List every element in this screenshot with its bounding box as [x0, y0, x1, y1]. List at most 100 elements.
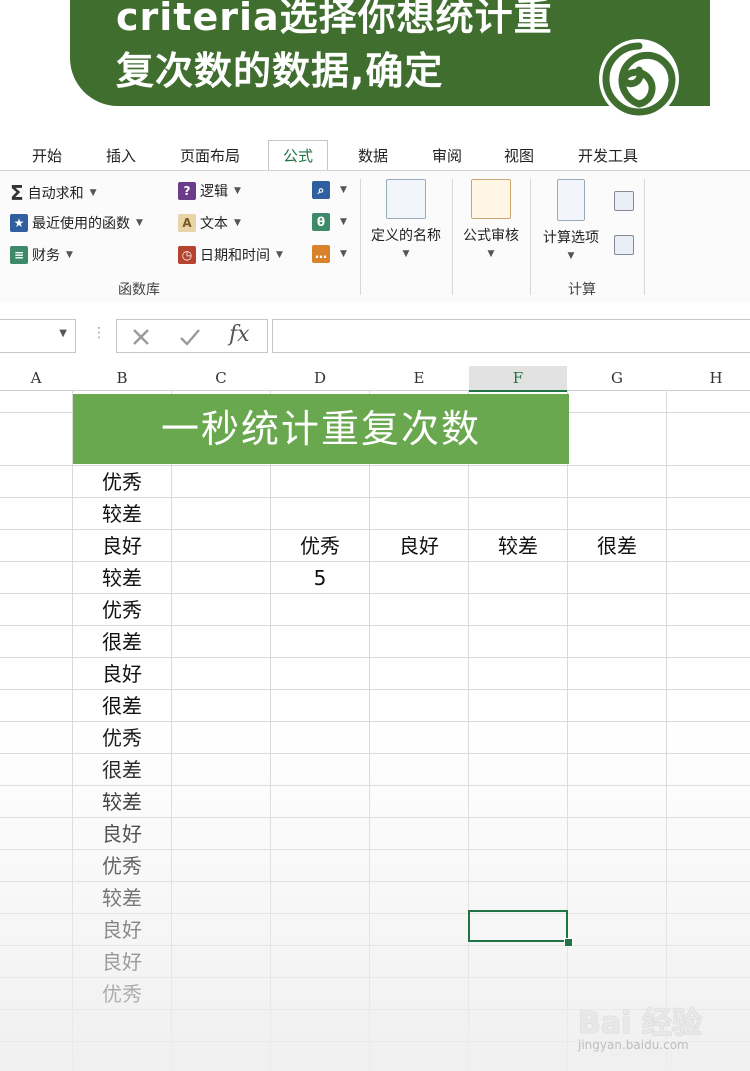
cell-b[interactable]: 较差	[73, 786, 171, 818]
finance-book-icon: ≡	[10, 246, 28, 264]
cancel-icon[interactable]	[131, 327, 151, 347]
tab-data[interactable]: 数据	[356, 144, 390, 168]
cell-b[interactable]: 良好	[73, 818, 171, 850]
tab-page-layout[interactable]: 页面布局	[178, 144, 242, 168]
chevron-down-icon: ▼	[136, 218, 143, 228]
autosum-label: 自动求和	[27, 186, 84, 202]
tab-formulas[interactable]: 公式	[268, 140, 329, 172]
column-gridline	[369, 390, 370, 1071]
baidu-jingyan-watermark: Bai 经验 jingyan.baidu.com	[578, 988, 748, 1058]
more-functions-icon: …	[312, 245, 330, 263]
recent-functions-button[interactable]: ★ 最近使用的函数 ▼	[10, 213, 143, 233]
cell-b[interactable]: 良好	[73, 658, 171, 690]
defined-names-label: 定义的名称	[371, 228, 441, 244]
column-gridline	[567, 390, 568, 1071]
clock-book-icon: ◷	[178, 246, 196, 264]
calculate-sheet-button[interactable]	[614, 235, 638, 255]
drag-handle-icon[interactable]: ⋮	[92, 325, 106, 341]
cell-b[interactable]: 较差	[73, 498, 171, 530]
formula-auditing-label: 公式审核	[463, 228, 519, 244]
datetime-label: 日期和时间	[200, 248, 270, 264]
math-trig-button[interactable]: θ ▼	[312, 213, 347, 231]
column-header-h[interactable]: H	[667, 366, 750, 391]
enter-check-icon[interactable]	[179, 327, 201, 347]
function-library-group-label: 函数库	[118, 282, 160, 298]
financial-label: 财务	[32, 248, 60, 264]
chevron-down-icon: ▼	[276, 250, 283, 260]
cell-b[interactable]: 优秀	[73, 722, 171, 754]
more-functions-button[interactable]: … ▼	[312, 245, 347, 263]
lookup-icon: ⌕	[312, 181, 330, 199]
column-header-e[interactable]: E	[370, 366, 468, 391]
swirl-icon	[599, 39, 679, 119]
chevron-down-icon: ▼	[340, 249, 347, 259]
chevron-down-icon: ▼	[234, 186, 241, 196]
question-book-icon: ?	[178, 182, 196, 200]
tab-view[interactable]: 视图	[502, 144, 536, 168]
cell-b[interactable]: 很差	[73, 754, 171, 786]
column-header-b[interactable]: B	[73, 366, 171, 391]
chevron-down-icon: ▼	[487, 249, 495, 259]
cell-b[interactable]: 较差	[73, 562, 171, 594]
lookup-reference-button[interactable]: ⌕ ▼	[312, 181, 347, 199]
summary-header-cell[interactable]: 良好	[370, 530, 468, 562]
active-cell-selection[interactable]	[468, 910, 568, 942]
tab-developer[interactable]: 开发工具	[576, 144, 640, 168]
column-header-c[interactable]: C	[172, 366, 270, 391]
formula-buttons: fx	[116, 319, 268, 353]
column-gridline	[270, 390, 271, 1071]
calculation-options-button[interactable]: 计算选项 ▼	[534, 179, 608, 261]
worksheet-grid[interactable]: 一秒统计重复次数 优秀 较差 良好 较差 优秀 很差 良好 很差 优秀 很差 较…	[0, 390, 750, 1071]
cell-b[interactable]: 很差	[73, 690, 171, 722]
defined-names-button[interactable]: 定义的名称 ▼	[364, 179, 448, 259]
fill-handle[interactable]	[564, 938, 573, 947]
cell-b[interactable]: 优秀	[73, 466, 171, 498]
cell-b[interactable]: 良好	[73, 530, 171, 562]
calculation-options-label: 计算选项	[543, 230, 599, 246]
recent-functions-label: 最近使用的函数	[32, 216, 130, 232]
chevron-down-icon: ▼	[402, 249, 410, 259]
autosum-button[interactable]: Σ 自动求和 ▼	[10, 181, 97, 205]
summary-header-cell[interactable]: 优秀	[271, 530, 369, 562]
cell-b[interactable]: 良好	[73, 946, 171, 978]
cell-b[interactable]: 优秀	[73, 594, 171, 626]
cell-b[interactable]: 优秀	[73, 978, 171, 1010]
logical-button[interactable]: ? 逻辑 ▼	[178, 181, 241, 201]
formula-auditing-button[interactable]: 公式审核 ▼	[456, 179, 526, 259]
tab-home[interactable]: 开始	[30, 144, 64, 168]
column-header-g[interactable]: G	[568, 366, 666, 391]
summary-count-cell[interactable]: 5	[271, 562, 369, 594]
summary-header-cell[interactable]: 较差	[469, 530, 567, 562]
instruction-banner: criteria选择你想统计重 复次数的数据,确定	[0, 0, 750, 140]
column-gridline	[171, 390, 172, 1071]
financial-button[interactable]: ≡ 财务 ▼	[10, 245, 73, 265]
cell-b[interactable]: 良好	[73, 914, 171, 946]
column-header-d[interactable]: D	[271, 366, 369, 391]
column-header-a[interactable]: A	[0, 366, 72, 391]
calculate-now-button[interactable]	[614, 191, 638, 211]
star-icon: ★	[10, 214, 28, 232]
ribbon-separator	[644, 179, 645, 295]
sheet-title[interactable]: 一秒统计重复次数	[73, 394, 569, 464]
formula-input[interactable]	[272, 319, 750, 353]
ribbon-tabs: 开始 插入 页面布局 公式 数据 审阅 视图 开发工具	[0, 140, 750, 172]
text-book-icon: A	[178, 214, 196, 232]
calculator-icon	[557, 179, 585, 221]
insert-function-icon[interactable]: fx	[229, 322, 250, 347]
ribbon-separator	[452, 179, 453, 295]
column-header-f[interactable]: F	[469, 366, 567, 392]
datetime-button[interactable]: ◷ 日期和时间 ▼	[178, 245, 283, 265]
ribbon-separator	[530, 179, 531, 295]
cell-b[interactable]: 较差	[73, 882, 171, 914]
tab-review[interactable]: 审阅	[430, 144, 464, 168]
sigma-icon: Σ	[10, 181, 24, 205]
summary-header-cell[interactable]: 很差	[568, 530, 666, 562]
name-box[interactable]: ▼	[0, 319, 76, 353]
cell-b[interactable]: 优秀	[73, 850, 171, 882]
banner-line-2: 复次数的数据,确定	[116, 49, 444, 93]
text-button[interactable]: A 文本 ▼	[178, 213, 241, 233]
watermark-brand: Bai 经验	[578, 1006, 702, 1041]
cell-b[interactable]: 很差	[73, 626, 171, 658]
name-manager-icon	[386, 179, 426, 219]
tab-insert[interactable]: 插入	[104, 144, 138, 168]
